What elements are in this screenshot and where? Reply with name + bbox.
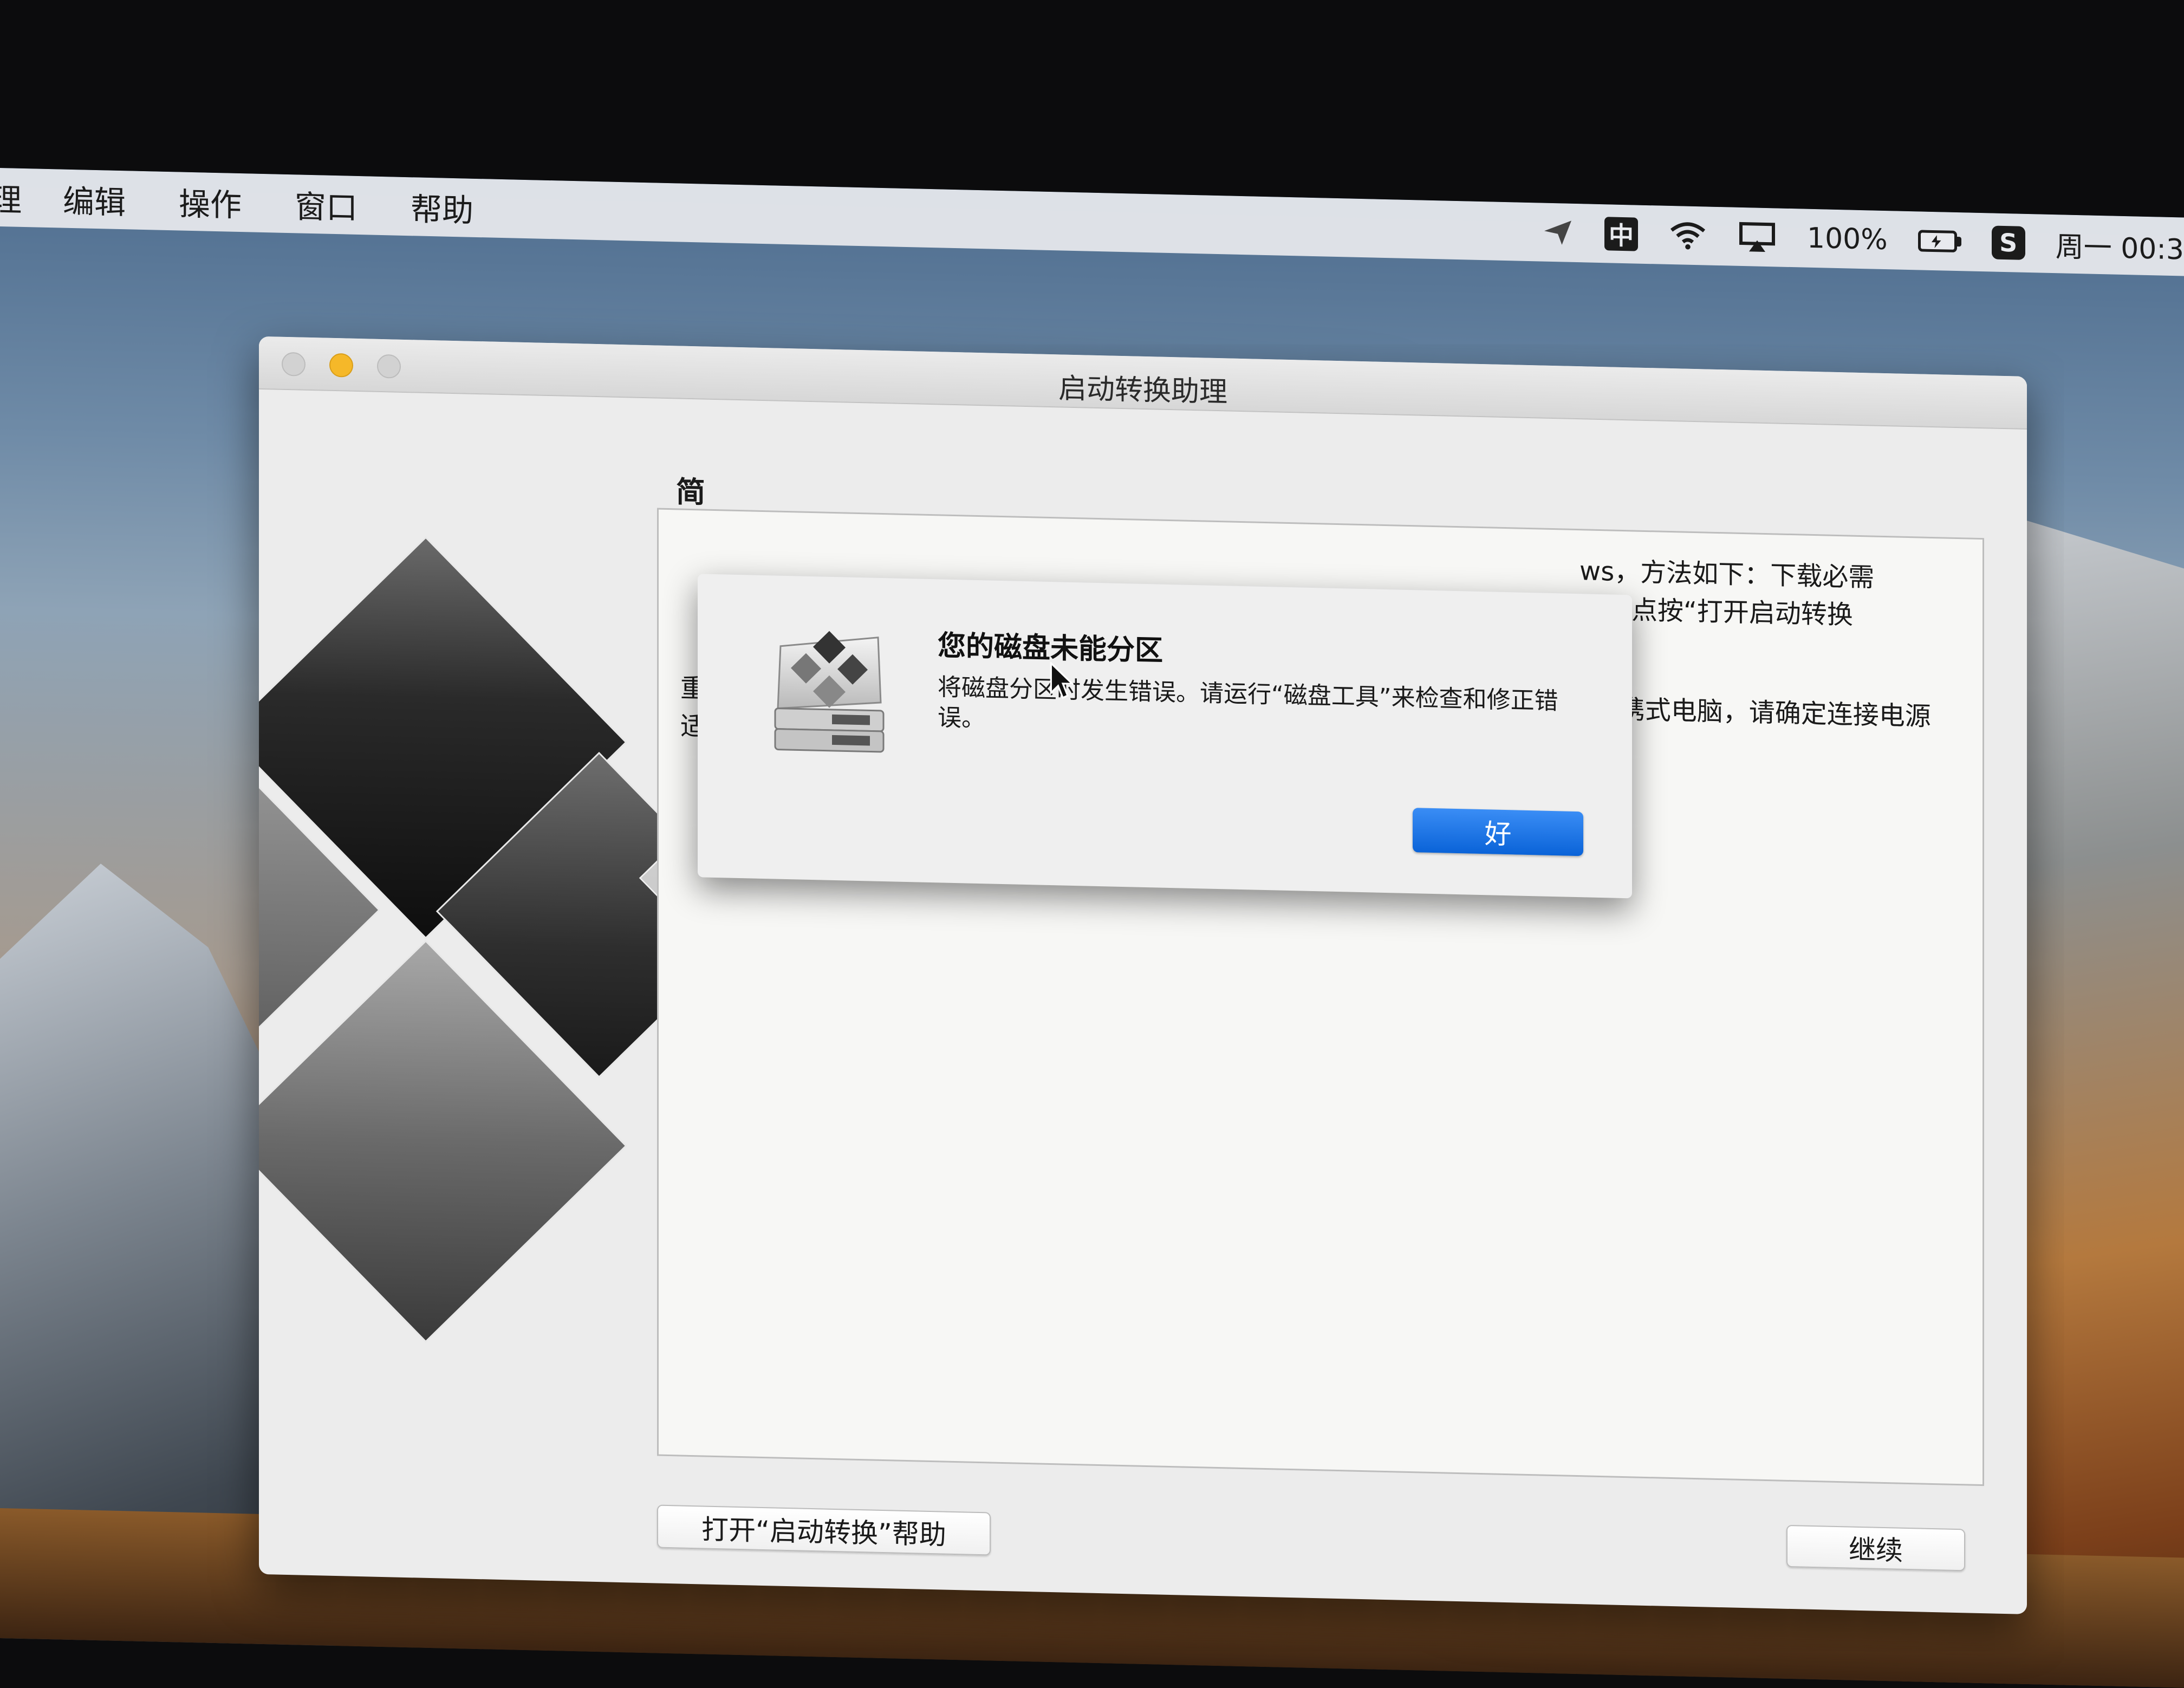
- intro-heading: 简: [676, 475, 705, 510]
- battery-icon[interactable]: [1917, 230, 1961, 252]
- boot-camp-window: 启动转换助理 简 ws，方法如下：下载必需 。请点按“打开启动转换 。 重要事项…: [259, 336, 2027, 1614]
- menu-app-partial[interactable]: 理: [0, 174, 22, 220]
- cursor-icon: [1050, 661, 1074, 699]
- ime-icon[interactable]: 中: [1604, 217, 1639, 251]
- partition-error-alert: 您的磁盘未能分区 将磁盘分区时发生错误。请运行“磁盘工具”来检查和修正错误。 好: [698, 574, 1632, 899]
- status-area: 中 100% S 周一 00:3: [1511, 202, 2184, 276]
- sogou-icon[interactable]: S: [1991, 225, 2025, 260]
- menu-edit[interactable]: 编辑: [63, 176, 126, 223]
- clock[interactable]: 周一 00:3: [2056, 224, 2184, 267]
- menu-help[interactable]: 帮助: [411, 184, 473, 231]
- menu-window[interactable]: 窗口: [295, 181, 358, 228]
- battery-percent[interactable]: 100%: [1807, 222, 1888, 256]
- menu-action[interactable]: 操作: [179, 178, 242, 225]
- wifi-icon[interactable]: [1668, 219, 1707, 252]
- airplay-icon[interactable]: [1738, 220, 1777, 254]
- continue-button[interactable]: 继续: [1786, 1524, 1965, 1572]
- desktop: 理 编辑 操作 窗口 帮助 中 100% S 周一 00:3 启动转换助理 简 …: [0, 168, 2184, 1688]
- send-icon[interactable]: [1542, 216, 1574, 249]
- open-boot-camp-help-button[interactable]: 打开“启动转换”帮助: [657, 1504, 991, 1556]
- ime-label: 中: [1604, 217, 1639, 251]
- ok-button[interactable]: 好: [1413, 808, 1583, 856]
- sogou-label: S: [1991, 225, 2025, 260]
- alert-message: 将磁盘分区时发生错误。请运行“磁盘工具”来检查和修正错误。: [938, 673, 1558, 733]
- intro-line-1: ws，方法如下：下载必需: [1580, 556, 1875, 593]
- menu-bar: 理 编辑 操作 窗口 帮助 中 100% S 周一 00:3: [0, 168, 2184, 276]
- boot-camp-disk-icon: [774, 631, 885, 753]
